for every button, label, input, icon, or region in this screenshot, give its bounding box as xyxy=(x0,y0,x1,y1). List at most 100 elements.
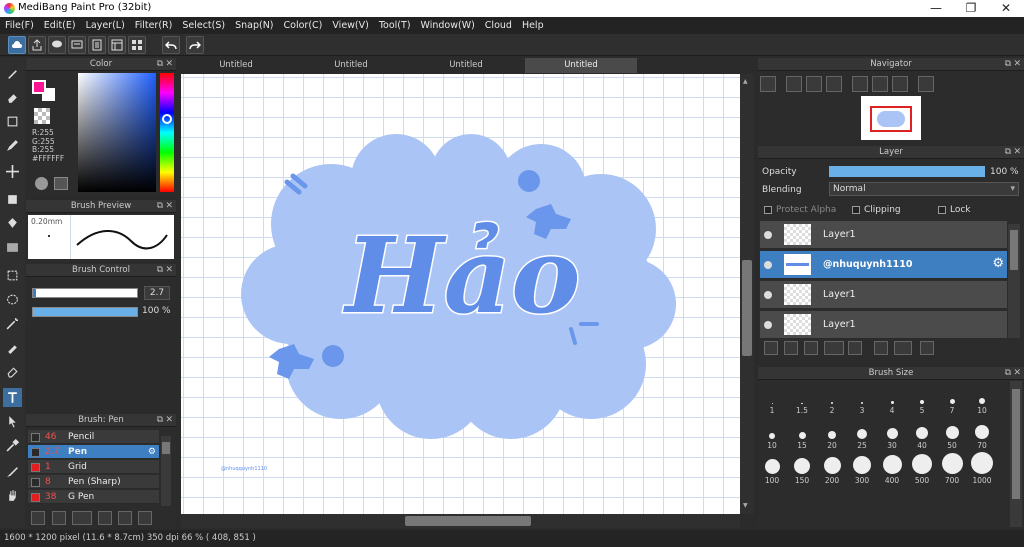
layer-settings-gear-icon[interactable]: ⚙ xyxy=(992,256,1004,271)
tool-select-eraser[interactable] xyxy=(3,362,22,381)
brush-size-option[interactable]: 400 xyxy=(880,454,904,485)
tool-hand[interactable] xyxy=(3,486,22,505)
layer-delete-button[interactable] xyxy=(920,341,934,355)
tool-magic-wand[interactable] xyxy=(3,314,22,333)
saturation-value-picker[interactable] xyxy=(78,73,156,192)
zoom-in-icon[interactable] xyxy=(786,76,802,92)
brush-size-option[interactable]: 50 xyxy=(940,419,964,450)
layer-new-button[interactable] xyxy=(764,341,778,355)
layer-list-scrollbar[interactable] xyxy=(1008,224,1020,338)
menu-help[interactable]: Help xyxy=(517,17,549,34)
brush-settings-gear-icon[interactable]: ⚙ xyxy=(148,445,156,459)
brush-item-grid[interactable]: 1 Grid xyxy=(28,460,159,474)
foreground-color-swatch[interactable] xyxy=(32,80,46,94)
panel-close-icon[interactable]: ✕ xyxy=(165,200,173,213)
brush-menu-button[interactable] xyxy=(72,511,92,525)
brush-copy-button[interactable] xyxy=(98,511,112,525)
reset-view-icon[interactable] xyxy=(872,76,888,92)
brush-size-scrollbar[interactable] xyxy=(1010,381,1022,527)
zoom-fit-icon[interactable] xyxy=(760,76,776,92)
lock-checkbox[interactable] xyxy=(938,206,946,214)
layer-opacity-slider[interactable] xyxy=(829,166,985,177)
comment-button[interactable] xyxy=(48,36,66,54)
tool-select-pen[interactable] xyxy=(3,338,22,357)
tool-bucket[interactable] xyxy=(3,214,22,233)
tool-brush[interactable] xyxy=(3,64,22,83)
close-button[interactable]: ✕ xyxy=(991,0,1021,17)
tab-untitled-2[interactable]: Untitled xyxy=(295,58,407,73)
brush-size-option[interactable]: 25 xyxy=(850,419,874,450)
layer-row[interactable]: Layer1 xyxy=(760,311,1007,339)
menu-file[interactable]: File(F) xyxy=(0,17,39,34)
page-button[interactable] xyxy=(88,36,106,54)
brush-folder-button[interactable] xyxy=(118,511,132,525)
brush-size-option[interactable]: 700 xyxy=(940,453,964,485)
rotate-right-icon[interactable] xyxy=(892,76,908,92)
navigator-thumbnail[interactable] xyxy=(861,96,921,140)
brush-size-option[interactable]: 1 xyxy=(760,384,784,415)
brush-size-option[interactable]: 30 xyxy=(880,419,904,450)
tool-fill-rect[interactable] xyxy=(3,190,22,209)
panel-float-icon[interactable]: ⧉ xyxy=(157,414,163,427)
brush-size-option[interactable]: 10 xyxy=(970,384,994,415)
menu-cloud[interactable]: Cloud xyxy=(480,17,517,34)
horizontal-scroll-thumb[interactable] xyxy=(405,516,531,526)
zoom-actual-icon[interactable] xyxy=(806,76,822,92)
material-button[interactable] xyxy=(68,36,86,54)
brush-size-option[interactable]: 40 xyxy=(910,419,934,450)
transparent-color-swatch[interactable] xyxy=(34,108,50,124)
brush-size-option[interactable]: 2 xyxy=(820,384,844,415)
panel-close-icon[interactable]: ✕ xyxy=(1013,58,1021,71)
color-history-icon[interactable] xyxy=(54,177,68,190)
tool-lasso[interactable] xyxy=(3,290,22,309)
panel-close-icon[interactable]: ✕ xyxy=(165,264,173,277)
tool-operation[interactable] xyxy=(3,412,22,431)
menu-color[interactable]: Color(C) xyxy=(279,17,328,34)
brush-size-slider[interactable] xyxy=(32,288,138,298)
layer-row[interactable]: Layer1 xyxy=(760,281,1007,309)
brush-size-option[interactable]: 1.5 xyxy=(790,384,814,415)
menu-window[interactable]: Window(W) xyxy=(416,17,480,34)
brush-size-option[interactable]: 15 xyxy=(790,419,814,450)
tool-divide[interactable] xyxy=(3,462,22,481)
protect-alpha-checkbox[interactable] xyxy=(764,206,772,214)
navigator-viewport-frame[interactable] xyxy=(870,106,912,132)
brush-size-option[interactable]: 100 xyxy=(760,454,784,485)
brush-opacity-slider[interactable] xyxy=(32,307,138,317)
brush-size-option[interactable]: 5 xyxy=(910,384,934,415)
menu-select[interactable]: Select(S) xyxy=(177,17,230,34)
tool-eraser[interactable] xyxy=(3,88,22,107)
brush-size-option[interactable]: 3 xyxy=(850,384,874,415)
brush-size-option[interactable]: 70 xyxy=(970,419,994,450)
menu-filter[interactable]: Filter(R) xyxy=(130,17,178,34)
layer-row[interactable]: Layer1 xyxy=(760,221,1007,249)
layer-new-1bit-button[interactable] xyxy=(804,341,818,355)
brush-size-option[interactable]: 200 xyxy=(820,454,844,485)
brush-new-button[interactable] xyxy=(52,511,66,525)
tool-text[interactable] xyxy=(3,388,22,407)
layer-folder-button[interactable] xyxy=(848,341,862,355)
grid-button[interactable] xyxy=(128,36,146,54)
panel-close-icon[interactable]: ✕ xyxy=(1013,367,1021,380)
drawing-canvas[interactable]: Hảo @nhuqquynh1110 xyxy=(181,74,740,514)
canvas-horizontal-scrollbar[interactable] xyxy=(181,514,740,528)
tool-select-rect[interactable] xyxy=(3,266,22,285)
layer-visibility-icon[interactable] xyxy=(764,291,772,299)
layer-add-menu-button[interactable] xyxy=(824,341,844,355)
tool-gradient[interactable] xyxy=(3,238,22,257)
panel-float-icon[interactable]: ⧉ xyxy=(157,58,163,71)
panel-float-icon[interactable]: ⧉ xyxy=(157,264,163,277)
menu-layer[interactable]: Layer(L) xyxy=(81,17,130,34)
tool-move[interactable] xyxy=(3,162,22,181)
layer-visibility-icon[interactable] xyxy=(764,321,772,329)
brush-duplicate-button[interactable] xyxy=(138,511,152,525)
layer-new-halftone-button[interactable] xyxy=(784,341,798,355)
brush-item-g-pen[interactable]: 38 G Pen xyxy=(28,490,159,504)
brush-item-pen-sharp[interactable]: 8 Pen (Sharp) xyxy=(28,475,159,489)
brush-size-option[interactable]: 4 xyxy=(880,384,904,415)
brush-size-option[interactable]: 10 xyxy=(760,419,784,450)
panel-float-icon[interactable]: ⧉ xyxy=(157,200,163,213)
panel-layout-button[interactable] xyxy=(108,36,126,54)
brush-size-value[interactable]: 2.7 xyxy=(144,286,170,300)
panel-close-icon[interactable]: ✕ xyxy=(165,58,173,71)
